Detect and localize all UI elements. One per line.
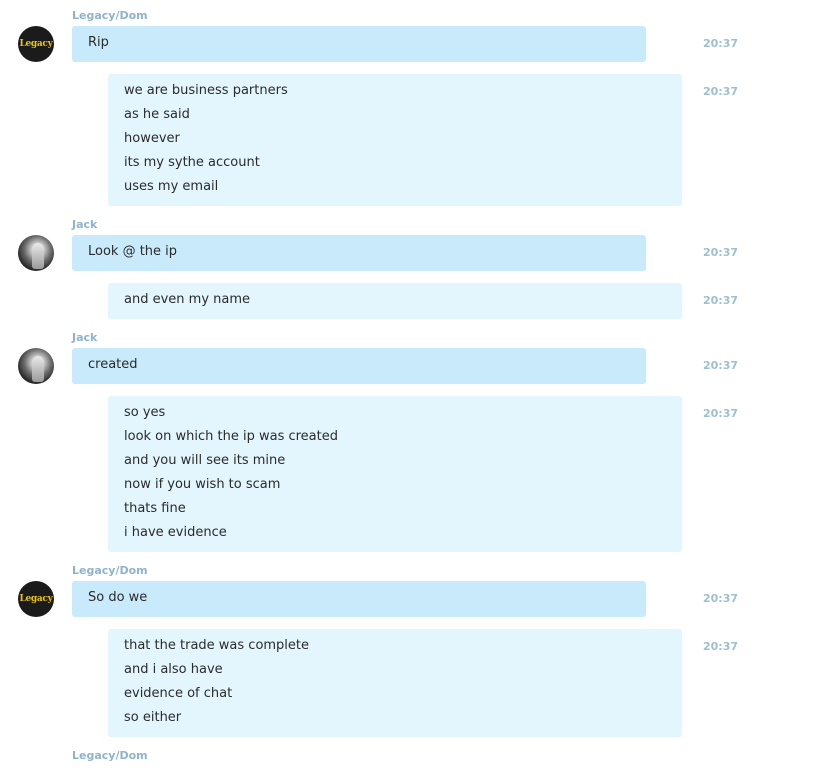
avatar-logo-text: Legacy xyxy=(19,594,53,604)
jack-avatar[interactable] xyxy=(18,348,54,384)
message-timestamp: 20:37 xyxy=(703,407,739,420)
message-line: its my sythe account xyxy=(124,155,260,170)
sender-name: Jack xyxy=(72,218,98,231)
message-timestamp: 20:37 xyxy=(703,37,739,50)
message-line: we are business partners xyxy=(124,83,288,98)
message-line: evidence of chat xyxy=(124,686,233,701)
avatar-logo-text: Legacy xyxy=(19,39,53,49)
legacy-avatar[interactable]: Legacy xyxy=(18,26,54,62)
message-line: thats fine xyxy=(124,501,186,516)
message-line: uses my email xyxy=(124,179,219,194)
message-bubble[interactable]: Rip xyxy=(72,26,646,62)
message-line: look on which the ip was created xyxy=(124,429,338,444)
message-timestamp: 20:37 xyxy=(703,640,739,653)
message-continuation-bubble[interactable]: and even my name xyxy=(108,283,682,319)
message-timestamp: 20:37 xyxy=(703,246,739,259)
message-timestamp: 20:37 xyxy=(703,294,739,307)
legacy-avatar[interactable]: Legacy xyxy=(18,581,54,617)
message-line: that the trade was complete xyxy=(124,638,310,653)
message-line: as he said xyxy=(124,107,190,122)
sender-name: Legacy/Dom xyxy=(72,749,148,762)
message-line: so yes xyxy=(124,405,166,420)
message-line: created xyxy=(88,357,138,372)
sender-name: Legacy/Dom xyxy=(72,9,148,22)
message-bubble[interactable]: created xyxy=(72,348,646,384)
message-timestamp: 20:37 xyxy=(703,85,739,98)
jack-avatar[interactable] xyxy=(18,235,54,271)
sender-name: Jack xyxy=(72,331,98,344)
message-line: and even my name xyxy=(124,292,251,307)
message-line: So do we xyxy=(88,590,148,605)
message-line: now if you wish to scam xyxy=(124,477,281,492)
message-timestamp: 20:37 xyxy=(703,359,739,372)
message-bubble[interactable]: Look @ the ip xyxy=(72,235,646,271)
message-line: i have evidence xyxy=(124,525,227,540)
message-line: Look @ the ip xyxy=(88,244,178,259)
message-continuation-bubble[interactable]: that the trade was complete and i also ha… xyxy=(108,629,682,737)
message-bubble[interactable]: So do we xyxy=(72,581,646,617)
message-line: Rip xyxy=(88,35,109,50)
message-line: however xyxy=(124,131,180,146)
message-line: and you will see its mine xyxy=(124,453,286,468)
message-continuation-bubble[interactable]: so yes look on which the ip was created an… xyxy=(108,396,682,552)
message-continuation-bubble[interactable]: we are business partners as he said howeve… xyxy=(108,74,682,206)
message-line: so either xyxy=(124,710,182,725)
message-timestamp: 20:37 xyxy=(703,592,739,605)
sender-name: Legacy/Dom xyxy=(72,564,148,577)
message-line: and i also have xyxy=(124,662,223,677)
